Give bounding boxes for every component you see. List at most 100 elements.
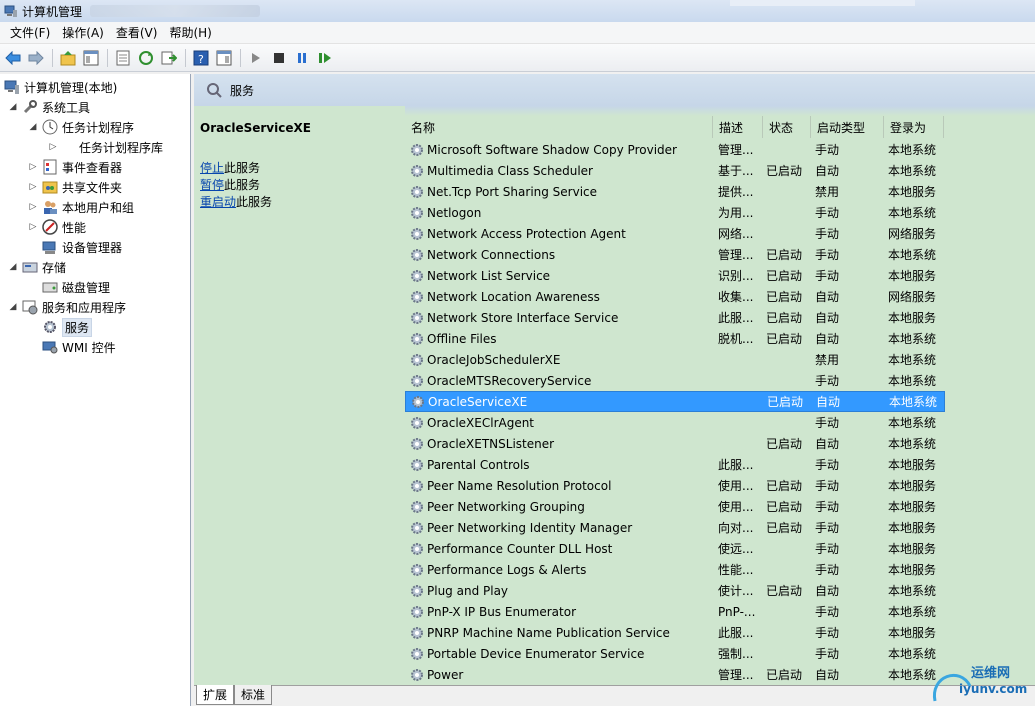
expand-arrow-icon[interactable]: ▷ <box>28 222 38 232</box>
stop-service-button[interactable] <box>270 49 288 67</box>
restart-service-button[interactable] <box>316 49 334 67</box>
expand-arrow-icon[interactable]: ▷ <box>28 162 38 172</box>
collapse-arrow-icon[interactable]: ◢ <box>8 102 18 112</box>
service-row[interactable]: OracleMTSRecoveryService 手动 本地系统 <box>405 370 945 391</box>
service-logon-as: 本地服务 <box>888 479 937 493</box>
column-header-startup-type[interactable]: 启动类型 <box>811 116 884 138</box>
service-row[interactable]: Multimedia Class Scheduler 基于... 已启动 自动 本地系统 <box>405 160 945 181</box>
service-row[interactable]: OracleXEClrAgent 手动 本地系统 <box>405 412 945 433</box>
column-header-description[interactable]: 描述 <box>713 116 763 138</box>
menu-help[interactable]: 帮助(H) <box>163 24 217 41</box>
service-description: 使远... <box>718 542 754 556</box>
service-startup-type: 自动 <box>815 437 840 451</box>
service-row[interactable]: Peer Networking Identity Manager 向对... 已启动… <box>405 517 945 538</box>
service-logon-as: 本地系统 <box>888 206 937 220</box>
service-row[interactable]: PNRP Machine Name Publication Service 此服.… <box>405 622 945 643</box>
service-row[interactable]: Portable Device Enumerator Service 强制... 手… <box>405 643 945 664</box>
restart-service-link[interactable]: 重启动 <box>200 195 236 209</box>
service-row[interactable]: Network Location Awareness 收集... 已启动 自动 网络服务 <box>405 286 945 307</box>
service-gear-icon <box>411 185 423 198</box>
tree-item-wmi-control[interactable]: WMI 控件 <box>42 337 116 357</box>
collapse-arrow-icon[interactable]: ◢ <box>8 302 18 312</box>
service-logon-as: 本地服务 <box>888 500 937 514</box>
service-row[interactable]: Netlogon 为用... 手动 本地系统 <box>405 202 945 223</box>
tree-item-task-scheduler[interactable]: ◢ 任务计划程序 <box>28 117 134 137</box>
console-tree-icon <box>83 50 99 65</box>
play-icon <box>252 52 260 63</box>
service-row[interactable]: PnP-X IP Bus Enumerator PnP-... 手动 本地系统 <box>405 601 945 622</box>
export-list-button[interactable] <box>160 49 178 67</box>
service-row[interactable]: Net.Tcp Port Sharing Service 提供... 禁用 本地服务 <box>405 181 945 202</box>
tree-item-services[interactable]: 服务 <box>42 317 93 337</box>
service-description: 使用... <box>718 500 754 514</box>
pause-service-button[interactable] <box>293 49 311 67</box>
service-gear-icon <box>411 143 423 156</box>
restart-service-action: 重启动此服务 <box>200 195 273 209</box>
menu-file[interactable]: 文件(F) <box>4 24 56 41</box>
expand-arrow-icon[interactable]: ▷ <box>28 202 38 212</box>
service-logon-as: 本地系统 <box>888 584 937 598</box>
service-row[interactable]: Microsoft Software Shadow Copy Provider 管… <box>405 139 945 160</box>
back-button[interactable] <box>4 49 22 67</box>
collapse-arrow-icon[interactable]: ◢ <box>28 122 38 132</box>
refresh-button[interactable] <box>137 49 155 67</box>
stop-service-link[interactable]: 停止 <box>200 161 224 175</box>
menu-action[interactable]: 操作(A) <box>56 24 110 41</box>
service-row[interactable]: Performance Logs & Alerts 性能... 手动 本地服务 <box>405 559 945 580</box>
help-icon: ? <box>193 50 209 66</box>
service-row[interactable]: OracleServiceXE 已启动 自动 本地系统 <box>405 391 945 412</box>
service-row[interactable]: Power 管理... 已启动 自动 本地系统 <box>405 664 945 681</box>
start-service-button[interactable] <box>247 49 265 67</box>
tree-item-event-viewer[interactable]: ▷ 事件查看器 <box>28 157 122 177</box>
properties-button[interactable] <box>114 49 132 67</box>
tab-standard[interactable]: 标准 <box>234 685 273 705</box>
service-row[interactable]: OracleJobSchedulerXE 禁用 本地系统 <box>405 349 945 370</box>
menu-view[interactable]: 查看(V) <box>110 24 164 41</box>
column-header-name[interactable]: 名称 <box>405 116 713 138</box>
service-logon-as: 本地系统 <box>889 395 938 409</box>
service-row[interactable]: OracleXETNSListener 已启动 自动 本地系统 <box>405 433 945 454</box>
service-description: 基于... <box>718 164 754 178</box>
tree-item-services-applications[interactable]: ◢ 服务和应用程序 <box>8 297 126 317</box>
column-header-logon-as[interactable]: 登录为 <box>884 116 944 138</box>
service-status: 已启动 <box>766 269 803 283</box>
tree-item-performance[interactable]: ▷ 性能 <box>28 217 86 237</box>
service-row[interactable]: Peer Networking Grouping 使用... 已启动 手动 本地服务 <box>405 496 945 517</box>
tree-item-task-scheduler-library[interactable]: ▷ 任务计划程序库 <box>48 137 163 157</box>
service-row[interactable]: Network Access Protection Agent 网络... 手动 网络… <box>405 223 945 244</box>
service-row[interactable]: Performance Counter DLL Host 使远... 手动 本地服务 <box>405 538 945 559</box>
service-row[interactable]: Parental Controls 此服... 手动 本地服务 <box>405 454 945 475</box>
service-row[interactable]: Peer Name Resolution Protocol 使用... 已启动 手动 本… <box>405 475 945 496</box>
service-row[interactable]: Offline Files 脱机... 已启动 自动 本地系统 <box>405 328 945 349</box>
service-row[interactable]: Plug and Play 使计... 已启动 自动 本地系统 <box>405 580 945 601</box>
tab-extended[interactable]: 扩展 <box>196 685 235 705</box>
service-status: 已启动 <box>766 668 803 681</box>
show-action-pane-button[interactable] <box>215 49 233 67</box>
tree-item-device-manager[interactable]: 设备管理器 <box>42 237 122 257</box>
collapse-arrow-icon[interactable]: ◢ <box>8 262 18 272</box>
tree-item-computer-management[interactable]: 计算机管理(本地) <box>4 77 117 97</box>
tree-item-shared-folders[interactable]: ▷ 共享文件夹 <box>28 177 122 197</box>
tree-item-storage[interactable]: ◢ 存储 <box>8 257 66 277</box>
service-logon-as: 本地系统 <box>888 416 937 430</box>
service-row[interactable]: Network Connections 管理... 已启动 手动 本地系统 <box>405 244 945 265</box>
show-hide-tree-button[interactable] <box>82 49 100 67</box>
service-gear-icon <box>411 416 423 429</box>
help-button[interactable]: ? <box>192 49 210 67</box>
service-name: Plug and Play <box>427 583 509 598</box>
service-row[interactable]: Network Store Interface Service 此服... 已启动自… <box>405 307 945 328</box>
tree-item-system-tools[interactable]: ◢ 系统工具 <box>8 97 90 117</box>
service-row[interactable]: Network List Service 识别... 已启动 手动 本地服务 <box>405 265 945 286</box>
service-name: Parental Controls <box>427 457 530 472</box>
pause-service-link[interactable]: 暂停 <box>200 178 224 192</box>
expand-arrow-icon[interactable]: ▷ <box>48 142 58 152</box>
service-name: Network List Service <box>427 268 551 283</box>
up-folder-button[interactable] <box>59 49 77 67</box>
tree-item-disk-management[interactable]: 磁盘管理 <box>42 277 110 297</box>
tree-item-local-users-groups[interactable]: ▷ 本地用户和组 <box>28 197 134 217</box>
computer-management-icon <box>4 5 17 17</box>
forward-button[interactable] <box>27 49 45 67</box>
expand-arrow-icon[interactable]: ▷ <box>28 182 38 192</box>
toolbar-separator <box>185 48 186 67</box>
column-header-status[interactable]: 状态 <box>763 116 811 138</box>
